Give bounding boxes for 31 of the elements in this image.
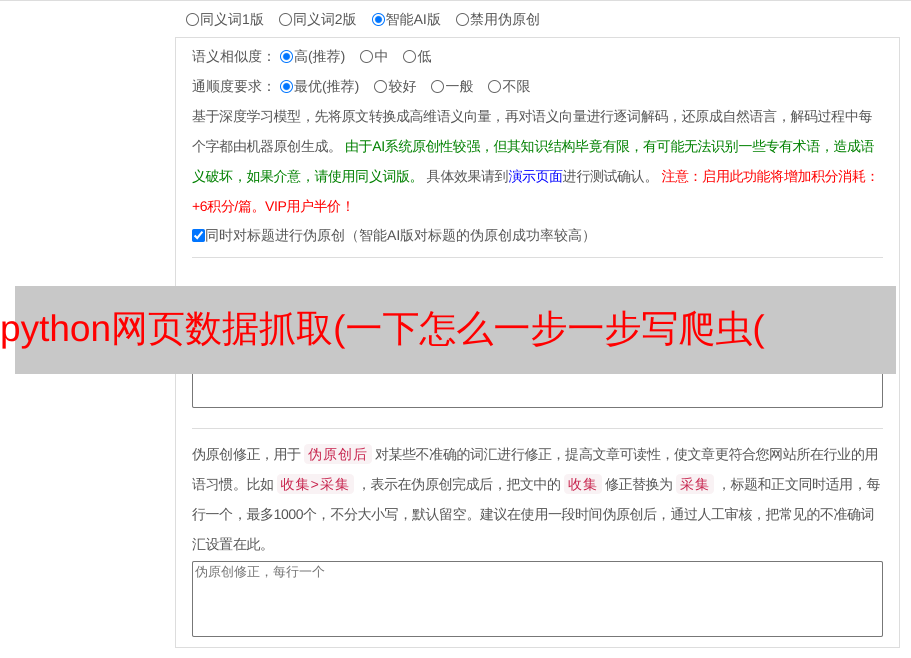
demo-page-link[interactable]: 演示页面 (508, 168, 563, 184)
ai-description: 基于深度学习模型，先将原文转换成高维语义向量，再对语义向量进行逐词解码，还原成自然语言，解码过程中每个字都由机器原创生成。 由于AI系统原创性较强，但其知识结构毕竟有限，有可能无法识别一些专有术语，造成语义破坏，如果介意，请使用同义词版。 具体效果请到演示页面进行测试确认。 注意：启用此功能将增加积分消耗：+6积分/篇。VIP用户半价！ (192, 107, 880, 216)
title-checkbox[interactable] (192, 228, 205, 242)
mode-label: 智能AI版 (386, 10, 441, 28)
radio-button[interactable] (374, 80, 388, 92)
option-label: 一般 (445, 76, 474, 96)
mode-label: 同义词2版 (292, 10, 357, 28)
radio-button[interactable] (280, 80, 293, 92)
setting-label: 通顺度要求： (192, 76, 276, 96)
title-option-label: 同时对标题进行伪原创（智能AI版对标题的伪原创成功率较高） (205, 226, 596, 244)
radio-button[interactable] (280, 50, 293, 62)
option-label: 不限 (502, 76, 530, 96)
radio-button[interactable] (372, 12, 385, 26)
radio-button[interactable] (186, 12, 199, 26)
correction-description: 伪原创修正，用于 伪原创后 对某些不准确的词汇进行修正，提高文章可读性，使文章更符合您网站所在行业的用语习惯。比如 收集>采集 ，表示在伪原创完成后，把文中的 收集 修正替换为 采集 ，标题和正文同时适用，每行一个，最多1000个，不分大小写，默认留空。建议在使用一段时间伪原创后，通过人工审核，把常见的不准确词汇设置在此。 (192, 443, 882, 554)
radio-button[interactable] (278, 12, 292, 26)
radio-button[interactable] (431, 80, 444, 92)
option-label: 最优(推荐) (294, 76, 360, 96)
setting-label: 语义相似度： (192, 46, 276, 66)
radio-button[interactable] (456, 12, 469, 26)
radio-button[interactable] (360, 50, 374, 62)
radio-button[interactable] (403, 50, 416, 62)
option-label: 中 (374, 46, 388, 66)
option-label: 较好 (388, 76, 416, 96)
mode-label: 禁用伪原创 (470, 10, 540, 28)
banner-title: python网页数据抓取(一下怎么一步一步写爬虫( (0, 307, 765, 351)
radio-button[interactable] (488, 80, 502, 92)
option-label: 低 (417, 46, 432, 66)
option-label: 高(推荐) (294, 46, 346, 66)
mode-label: 同义词1版 (200, 10, 264, 28)
correction-field[interactable]: 伪原创修正，每行一个 (192, 561, 883, 637)
